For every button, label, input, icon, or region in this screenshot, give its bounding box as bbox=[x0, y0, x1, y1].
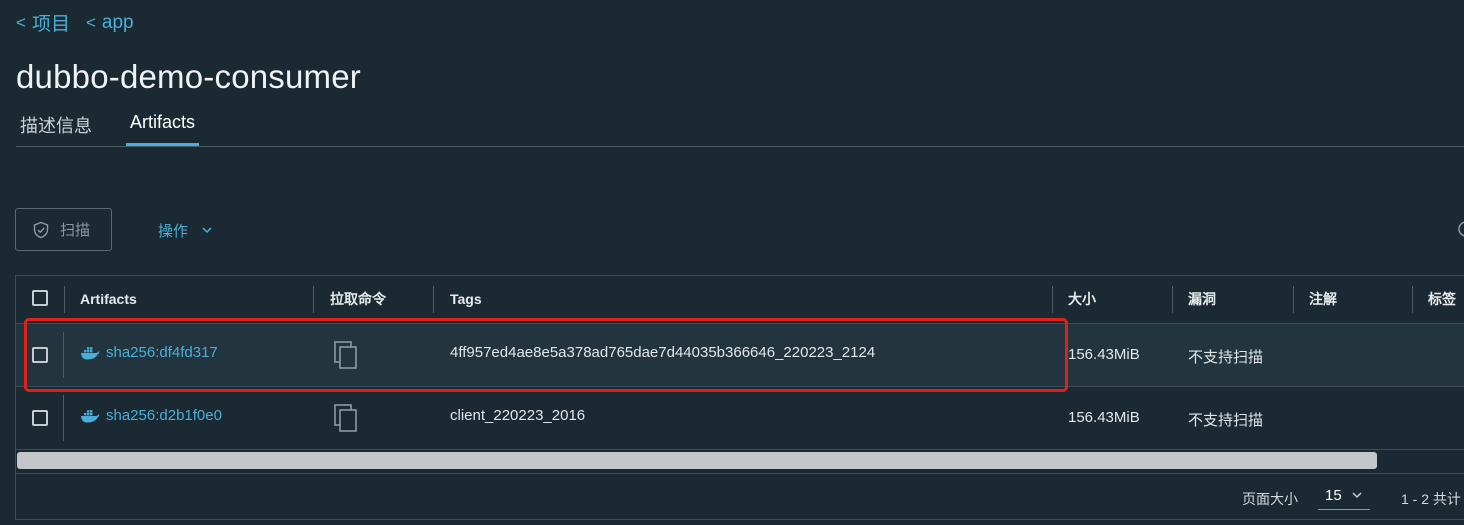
artifact-digest-link[interactable]: sha256:df4fd317 bbox=[80, 344, 218, 361]
actions-dropdown[interactable]: 操作 bbox=[158, 220, 212, 241]
artifact-page: < 项目 < app dubbo-demo-consumer 描述信息 Arti… bbox=[0, 0, 1464, 525]
column-header-pull-command[interactable]: 拉取命令 bbox=[330, 276, 386, 323]
chevron-down-icon bbox=[1352, 492, 1362, 499]
shield-icon bbox=[33, 221, 49, 238]
artifact-digest: sha256:d2b1f0e0 bbox=[106, 407, 222, 424]
breadcrumb: < 项目 < app bbox=[16, 9, 134, 36]
tab-description[interactable]: 描述信息 bbox=[20, 112, 92, 145]
artifact-tags[interactable]: 4ff957ed4ae8e5a378ad765dae7d44035b366646… bbox=[450, 344, 875, 361]
artifact-size: 156.43MiB bbox=[1068, 409, 1140, 426]
copy-icon[interactable] bbox=[334, 341, 358, 369]
column-header-vulnerabilities[interactable]: 漏洞 bbox=[1188, 276, 1216, 323]
actions-label: 操作 bbox=[158, 223, 189, 240]
breadcrumb-app[interactable]: < app bbox=[86, 9, 134, 36]
row-checkbox[interactable] bbox=[32, 347, 48, 363]
page-size-select[interactable]: 15 bbox=[1318, 482, 1370, 510]
copy-icon[interactable] bbox=[334, 404, 358, 432]
row-checkbox[interactable] bbox=[32, 410, 48, 426]
docker-icon bbox=[81, 409, 100, 422]
artifact-size: 156.43MiB bbox=[1068, 346, 1140, 363]
docker-icon bbox=[81, 346, 100, 359]
refresh-icon[interactable] bbox=[1458, 219, 1464, 239]
page-title: dubbo-demo-consumer bbox=[16, 58, 361, 95]
chevron-down-icon bbox=[202, 227, 212, 234]
pagination-range: 1 - 2 共计 bbox=[1401, 491, 1461, 507]
table-row[interactable]: sha256:d2b1f0e0 client_220223_2016 156.4… bbox=[16, 387, 1464, 450]
artifact-tags[interactable]: client_220223_2016 bbox=[450, 407, 585, 424]
tab-bar: 描述信息 Artifacts bbox=[16, 112, 1464, 147]
scan-button-label: 扫描 bbox=[60, 222, 91, 239]
tab-artifacts[interactable]: Artifacts bbox=[126, 112, 200, 146]
scan-button[interactable]: 扫描 bbox=[15, 208, 112, 251]
column-header-annotations[interactable]: 注解 bbox=[1309, 276, 1337, 323]
artifact-digest: sha256:df4fd317 bbox=[106, 344, 218, 361]
horizontal-scrollbar[interactable] bbox=[16, 450, 1464, 472]
artifact-vulnerabilities: 不支持扫描 bbox=[1188, 349, 1264, 366]
table-footer: 页面大小 15 1 - 2 共计 bbox=[16, 473, 1464, 521]
page-size-value: 15 bbox=[1325, 487, 1342, 504]
table-row[interactable]: sha256:df4fd317 4ff957ed4ae8e5a378ad765d… bbox=[16, 324, 1464, 387]
chevron-left-icon: < bbox=[16, 12, 26, 32]
select-all-checkbox[interactable] bbox=[32, 290, 48, 306]
table-header: Artifacts 拉取命令 Tags 大小 漏洞 注解 标签 bbox=[16, 276, 1464, 324]
chevron-left-icon: < bbox=[85, 12, 96, 32]
page-size-label: 页面大小 bbox=[1242, 491, 1298, 507]
scrollbar-thumb[interactable] bbox=[17, 452, 1377, 469]
artifact-vulnerabilities: 不支持扫描 bbox=[1188, 412, 1264, 429]
breadcrumb-app-label: app bbox=[101, 11, 134, 33]
column-header-tags[interactable]: Tags bbox=[450, 276, 482, 323]
column-header-labels[interactable]: 标签 bbox=[1428, 276, 1456, 323]
breadcrumb-projects[interactable]: < 项目 bbox=[16, 9, 70, 36]
column-header-artifacts[interactable]: Artifacts bbox=[80, 276, 137, 323]
artifacts-table: Artifacts 拉取命令 Tags 大小 漏洞 注解 标签 sha256:d… bbox=[15, 275, 1464, 520]
breadcrumb-projects-label: 项目 bbox=[31, 14, 70, 35]
artifact-digest-link[interactable]: sha256:d2b1f0e0 bbox=[80, 407, 222, 424]
column-header-size[interactable]: 大小 bbox=[1068, 276, 1096, 323]
